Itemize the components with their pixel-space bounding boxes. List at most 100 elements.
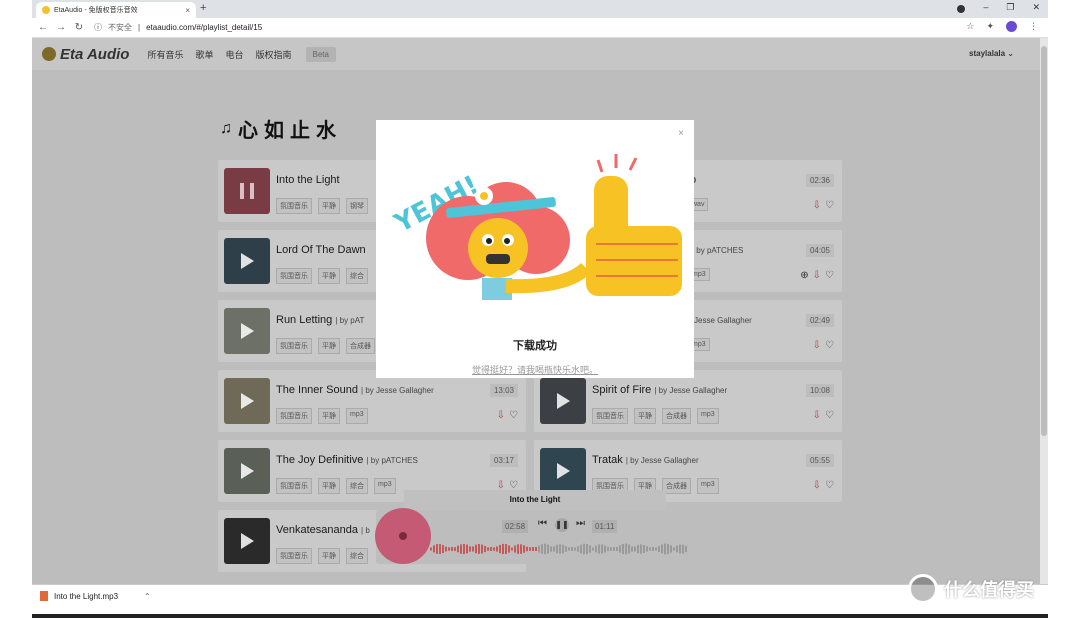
waveform-seekbar[interactable] bbox=[430, 540, 688, 558]
nav-all-music[interactable]: 所有音乐 bbox=[147, 48, 183, 61]
track-title[interactable]: Spirit of Fire | by Jesse Gallagher bbox=[592, 384, 727, 396]
back-icon[interactable]: ← bbox=[36, 22, 50, 33]
downloaded-check-icon[interactable]: ⊕ bbox=[800, 270, 808, 281]
track-title[interactable]: Run Letting | by pAT bbox=[276, 314, 364, 326]
track-title[interactable]: Venkatesananda | b bbox=[276, 524, 370, 536]
close-window-icon[interactable]: ✕ bbox=[1032, 2, 1040, 13]
track-title[interactable]: Jesse Gallagher bbox=[694, 314, 752, 326]
url-text[interactable]: etaaudio.com/#/playlist_detail/15 bbox=[146, 23, 262, 32]
track-thumbnail[interactable] bbox=[224, 238, 270, 284]
track-title[interactable]: Tratak | by Jesse Gallagher bbox=[592, 454, 699, 466]
tag[interactable]: 氛围音乐 bbox=[276, 478, 312, 494]
address-field[interactable]: ⓘ 不安全 | etaaudio.com/#/playlist_detail/1… bbox=[94, 22, 262, 33]
waveform-bar bbox=[652, 546, 654, 551]
tag[interactable]: 综合 bbox=[346, 268, 368, 284]
tag[interactable]: 氛围音乐 bbox=[276, 548, 312, 564]
tag[interactable]: 氛围音乐 bbox=[276, 338, 312, 354]
profile-avatar[interactable] bbox=[1006, 21, 1017, 32]
track-title[interactable]: Into the Light bbox=[276, 174, 340, 186]
tag[interactable]: 合成器 bbox=[662, 478, 691, 494]
donate-link[interactable]: 觉得挺好？请我喝瓶快乐水吧。 bbox=[376, 363, 694, 376]
tag[interactable]: 平静 bbox=[634, 408, 656, 424]
downloads-bar: Into the Light.mp3 ⌃ bbox=[32, 584, 1048, 614]
site-logo[interactable]: Eta Audio bbox=[42, 46, 129, 63]
waveform-bar bbox=[502, 543, 504, 555]
heart-icon[interactable]: ♡ bbox=[509, 410, 518, 421]
download-icon[interactable]: ⇩ bbox=[497, 410, 505, 421]
track-title[interactable]: Lord Of The Dawn bbox=[276, 244, 366, 256]
browser-tab[interactable]: EtaAudio - 免版权音乐音效 × bbox=[36, 2, 196, 18]
download-icon[interactable]: ⇩ bbox=[813, 480, 821, 491]
pause-icon bbox=[240, 183, 244, 199]
download-icon[interactable]: ⇩ bbox=[813, 410, 821, 421]
download-icon[interactable]: ⇩ bbox=[813, 270, 821, 281]
menu-kebab-icon[interactable]: ⋮ bbox=[1029, 21, 1038, 32]
restore-icon[interactable]: ❐ bbox=[1006, 2, 1014, 13]
minimize-icon[interactable]: – bbox=[983, 2, 988, 13]
track-tags: 氛围音乐 平静 合成器 mp3 bbox=[592, 408, 719, 424]
tag[interactable]: 氛围音乐 bbox=[276, 198, 312, 214]
page-scrollbar[interactable] bbox=[1040, 38, 1048, 584]
heart-icon[interactable]: ♡ bbox=[825, 340, 834, 351]
tag[interactable]: mp3 bbox=[374, 478, 396, 494]
track-title[interactable]: The Joy Definitive | by pATCHES bbox=[276, 454, 418, 466]
forward-icon[interactable]: → bbox=[54, 22, 68, 33]
chevron-up-icon[interactable]: ⌃ bbox=[144, 592, 151, 601]
nav-copyright-guide[interactable]: 版权指南 bbox=[256, 48, 292, 61]
tag[interactable]: 氛围音乐 bbox=[276, 268, 312, 284]
tag[interactable]: mp3 bbox=[697, 408, 719, 424]
track-thumbnail[interactable] bbox=[224, 378, 270, 424]
track-title[interactable]: | by pATCHES bbox=[692, 244, 743, 256]
record-icon[interactable] bbox=[957, 5, 966, 13]
next-track-icon[interactable]: ⏭ bbox=[576, 518, 585, 529]
download-icon[interactable]: ⇩ bbox=[813, 340, 821, 351]
waveform-bar bbox=[649, 547, 651, 551]
close-icon[interactable]: × bbox=[678, 128, 684, 139]
tag[interactable]: 平静 bbox=[318, 478, 340, 494]
heart-icon[interactable]: ♡ bbox=[825, 200, 834, 211]
tab-close-icon[interactable]: × bbox=[185, 6, 190, 15]
reload-icon[interactable]: ↻ bbox=[72, 22, 86, 33]
tag[interactable]: 综合 bbox=[346, 548, 368, 564]
tag[interactable]: 氛围音乐 bbox=[592, 408, 628, 424]
download-item[interactable]: Into the Light.mp3 ⌃ bbox=[40, 591, 151, 601]
tag[interactable]: 平静 bbox=[318, 268, 340, 284]
track-thumbnail[interactable] bbox=[540, 448, 586, 494]
info-icon[interactable]: ⓘ bbox=[94, 22, 102, 33]
track-card[interactable]: The Inner Sound | by Jesse Gallagher 13:… bbox=[218, 370, 526, 432]
heart-icon[interactable]: ♡ bbox=[825, 270, 834, 281]
tag[interactable]: 平静 bbox=[318, 198, 340, 214]
track-thumbnail[interactable] bbox=[224, 448, 270, 494]
nav-radio[interactable]: 电台 bbox=[225, 48, 243, 61]
track-thumbnail[interactable] bbox=[540, 378, 586, 424]
tag[interactable]: 氛围音乐 bbox=[276, 408, 312, 424]
extensions-icon[interactable]: ✦ bbox=[986, 21, 994, 32]
tag[interactable]: mp3 bbox=[697, 478, 719, 494]
tag[interactable]: 合成器 bbox=[346, 338, 375, 354]
track-card[interactable]: Spirit of Fire | by Jesse Gallagher 10:0… bbox=[534, 370, 842, 432]
tag[interactable]: 钢琴 bbox=[346, 198, 368, 214]
waveform-bar bbox=[580, 544, 582, 554]
tag[interactable]: 合成器 bbox=[662, 408, 691, 424]
tag[interactable]: 平静 bbox=[318, 408, 340, 424]
previous-track-icon[interactable]: ⏮ bbox=[538, 518, 547, 529]
nav-playlists[interactable]: 歌单 bbox=[195, 48, 213, 61]
scrollbar-thumb[interactable] bbox=[1041, 46, 1047, 436]
track-tags: 氛围音乐 平静 合成器 bbox=[276, 338, 375, 354]
track-thumbnail[interactable] bbox=[224, 518, 270, 564]
heart-icon[interactable]: ♡ bbox=[825, 410, 834, 421]
track-title[interactable]: The Inner Sound | by Jesse Gallagher bbox=[276, 384, 434, 396]
bookmark-star-icon[interactable]: ☆ bbox=[966, 21, 974, 32]
track-thumbnail[interactable] bbox=[224, 168, 270, 214]
download-icon[interactable]: ⇩ bbox=[813, 200, 821, 211]
tag[interactable]: 平静 bbox=[318, 548, 340, 564]
tag[interactable]: 综合 bbox=[346, 478, 368, 494]
user-menu[interactable]: staylalala ⌄ bbox=[969, 49, 1014, 58]
tag[interactable]: 平静 bbox=[318, 338, 340, 354]
new-tab-button[interactable]: + bbox=[200, 2, 206, 14]
browser-toolbar: ← → ↻ ⓘ 不安全 | etaaudio.com/#/playlist_de… bbox=[32, 18, 1048, 38]
pause-button[interactable]: ❚❚ bbox=[555, 518, 569, 532]
tag[interactable]: mp3 bbox=[346, 408, 368, 424]
track-thumbnail[interactable] bbox=[224, 308, 270, 354]
heart-icon[interactable]: ♡ bbox=[825, 480, 834, 491]
